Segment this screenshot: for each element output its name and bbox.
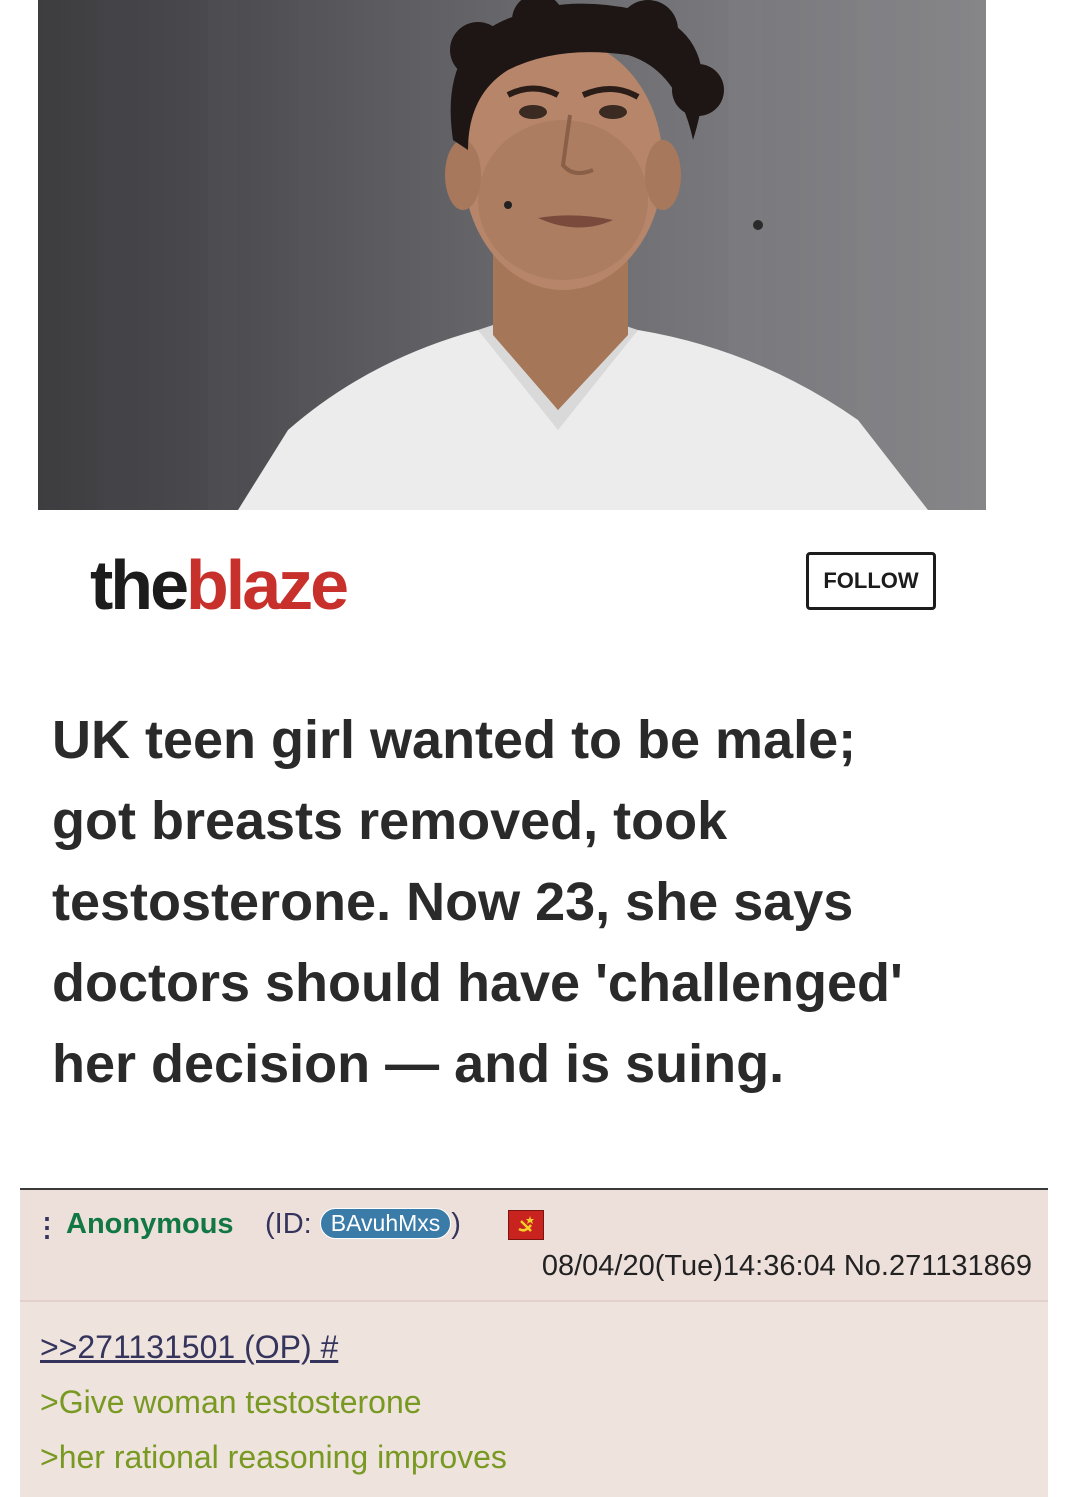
screenshot-page: theblaze FOLLOW UK teen girl wanted to b… bbox=[0, 0, 1073, 1497]
theblaze-logo[interactable]: theblaze bbox=[90, 550, 349, 620]
logo-blaze: blaze bbox=[186, 546, 349, 624]
reply-post: ⋮ Anonymous (ID: BAvuhMxs) 08/04/20(Tue)… bbox=[20, 1188, 1048, 1497]
id-badge[interactable]: BAvuhMxs bbox=[319, 1208, 452, 1239]
greentext-line: >her rational reasoning improves bbox=[40, 1439, 507, 1475]
quote-link-op[interactable]: >>271131501 (OP) # bbox=[40, 1320, 507, 1375]
person-portrait-image bbox=[98, 0, 928, 510]
post-body: >>271131501 (OP) # >Give woman testoster… bbox=[40, 1320, 507, 1485]
post-header: ⋮ Anonymous (ID: BAvuhMxs) 08/04/20(Tue)… bbox=[20, 1190, 1048, 1302]
brand-row: theblaze FOLLOW bbox=[38, 510, 986, 700]
follow-button[interactable]: FOLLOW bbox=[806, 552, 936, 610]
post-datetime: 08/04/20(Tue)14:36:04 bbox=[541, 1250, 836, 1282]
article-headline[interactable]: UK teen girl wanted to be male; got brea… bbox=[52, 700, 922, 1105]
post-meta: 08/04/20(Tue)14:36:04 No.271131869 bbox=[542, 1250, 1032, 1283]
logo-the: the bbox=[90, 546, 189, 624]
soviet-flag-icon bbox=[508, 1210, 544, 1240]
poster-name: Anonymous bbox=[66, 1208, 234, 1240]
post-number-link[interactable]: No.271131869 bbox=[844, 1250, 1032, 1282]
id-prefix: (ID: bbox=[265, 1208, 320, 1240]
poster-id: (ID: BAvuhMxs) bbox=[265, 1208, 461, 1241]
greentext-line: >Give woman testosterone bbox=[40, 1384, 422, 1420]
post-menu-icon[interactable]: ⋮ bbox=[34, 1214, 60, 1240]
left-margin bbox=[0, 0, 38, 1190]
article-photo bbox=[38, 0, 986, 510]
id-suffix: ) bbox=[451, 1208, 461, 1240]
